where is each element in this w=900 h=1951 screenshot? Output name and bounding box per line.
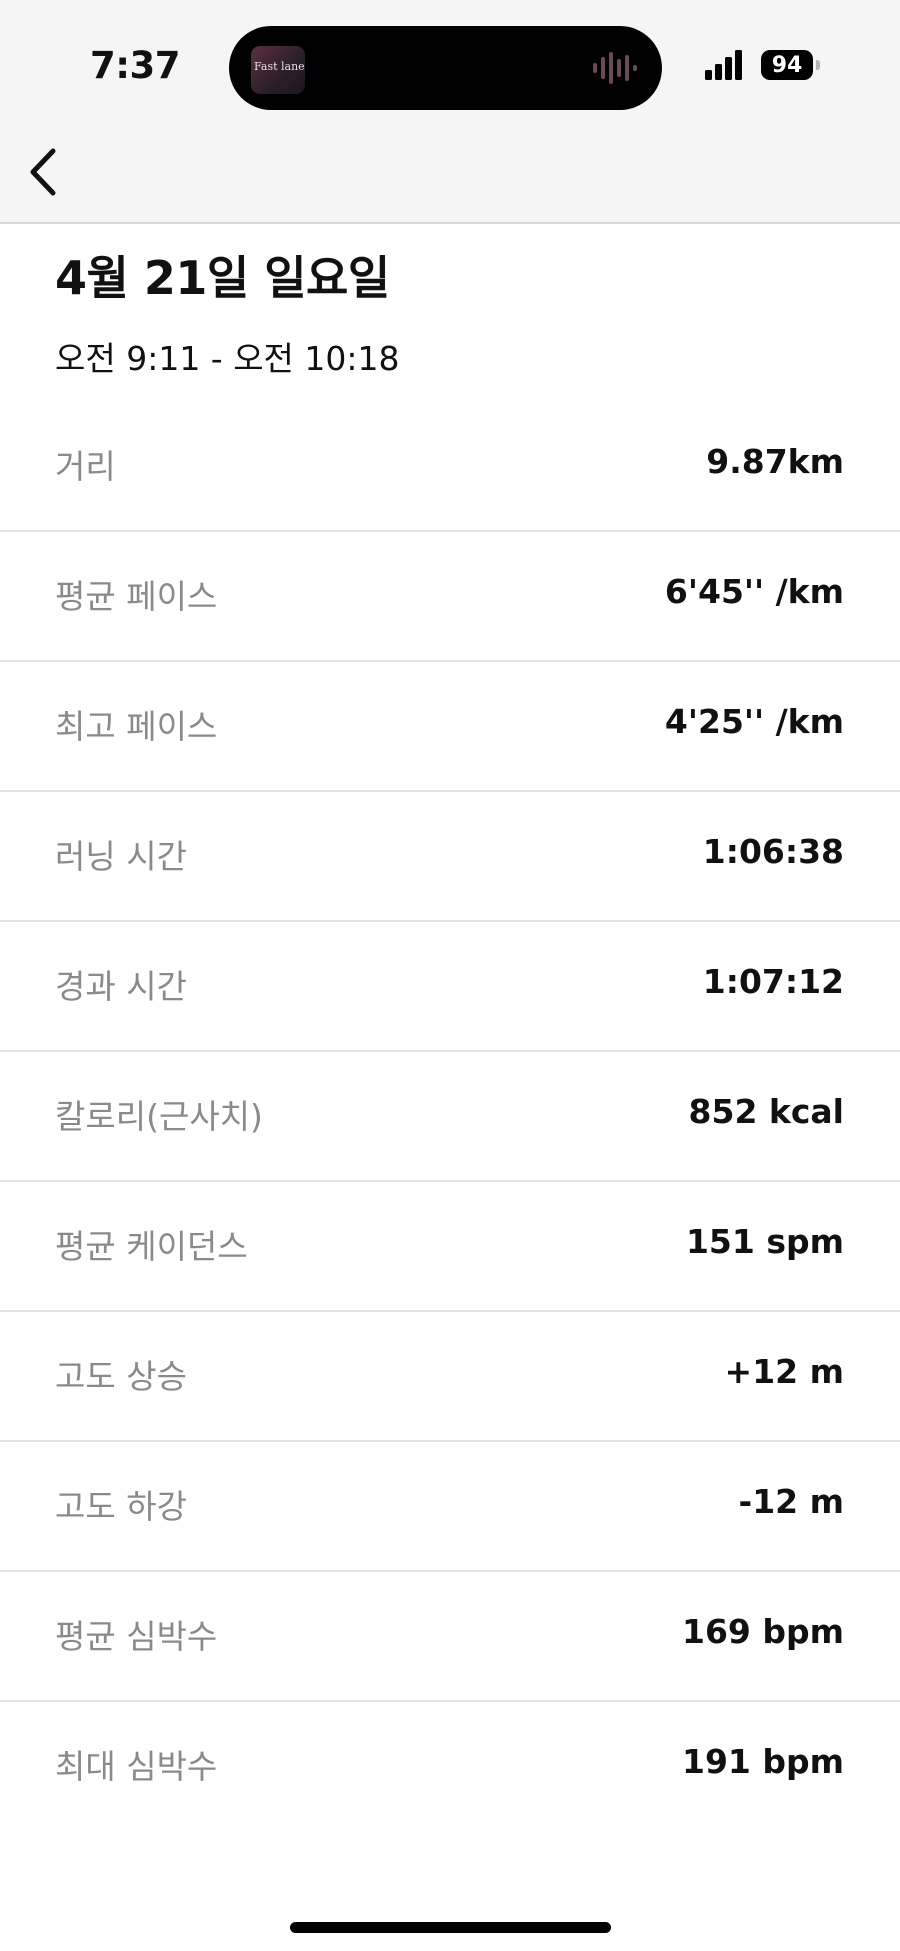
stat-label: 고도 상승 bbox=[55, 1357, 187, 1396]
page-title: 4월 21일 일요일 bbox=[55, 251, 390, 305]
stat-label: 거리 bbox=[55, 447, 116, 486]
stat-row-elevation-gain: 고도 상승 +12 m bbox=[0, 1312, 900, 1442]
stat-value: 1:06:38 bbox=[702, 832, 844, 871]
stat-label: 고도 하강 bbox=[55, 1487, 187, 1526]
stat-value: 151 spm bbox=[685, 1222, 844, 1261]
stat-label: 경과 시간 bbox=[55, 967, 187, 1006]
stat-label: 최고 페이스 bbox=[55, 707, 218, 746]
stat-value: 9.87km bbox=[706, 442, 844, 481]
audio-waveform-icon bbox=[593, 52, 637, 84]
battery-indicator: 94 bbox=[761, 50, 813, 80]
battery-level: 94 bbox=[771, 52, 803, 78]
home-indicator[interactable] bbox=[290, 1922, 611, 1933]
stat-row-max-heart-rate: 최대 심박수 191 bpm bbox=[0, 1702, 900, 1832]
stat-row-best-pace: 최고 페이스 4'25'' /km bbox=[0, 662, 900, 792]
stat-label: 평균 페이스 bbox=[55, 577, 218, 616]
stat-value: 6'45'' /km bbox=[664, 572, 844, 611]
stat-value: 1:07:12 bbox=[702, 962, 844, 1001]
stat-row-running-time: 러닝 시간 1:06:38 bbox=[0, 792, 900, 922]
album-art-thumbnail[interactable]: Fast lanes bbox=[251, 46, 305, 94]
stat-row-elapsed-time: 경과 시간 1:07:12 bbox=[0, 922, 900, 1052]
stat-value: -12 m bbox=[738, 1482, 845, 1521]
dynamic-island[interactable]: Fast lanes bbox=[229, 26, 662, 110]
stat-label: 러닝 시간 bbox=[55, 837, 187, 876]
album-art-text: Fast lanes bbox=[254, 60, 305, 73]
stats-list: 거리 9.87km 평균 페이스 6'45'' /km 최고 페이스 4'25'… bbox=[0, 402, 900, 1832]
back-button[interactable] bbox=[12, 142, 72, 202]
top-bar: 7:37 Fast lanes 94 bbox=[0, 0, 900, 224]
battery-cap bbox=[816, 60, 820, 70]
stat-row-distance: 거리 9.87km bbox=[0, 402, 900, 532]
stat-label: 평균 심박수 bbox=[55, 1617, 218, 1656]
stat-value: 169 bpm bbox=[681, 1612, 844, 1651]
stat-label: 평균 케이던스 bbox=[55, 1227, 248, 1266]
time-range: 오전 9:11 - 오전 10:18 bbox=[55, 339, 400, 378]
cellular-signal-icon bbox=[705, 50, 742, 80]
chevron-left-icon bbox=[30, 148, 56, 196]
status-time: 7:37 bbox=[90, 44, 181, 87]
stat-value: 852 kcal bbox=[688, 1092, 844, 1131]
stat-value: +12 m bbox=[724, 1352, 844, 1391]
stat-row-avg-cadence: 평균 케이던스 151 spm bbox=[0, 1182, 900, 1312]
stat-label: 칼로리(근사치) bbox=[55, 1097, 263, 1136]
stat-row-calories: 칼로리(근사치) 852 kcal bbox=[0, 1052, 900, 1182]
stat-value: 191 bpm bbox=[681, 1742, 844, 1781]
stat-row-elevation-loss: 고도 하강 -12 m bbox=[0, 1442, 900, 1572]
stat-label: 최대 심박수 bbox=[55, 1747, 218, 1786]
stat-row-avg-pace: 평균 페이스 6'45'' /km bbox=[0, 532, 900, 662]
stat-value: 4'25'' /km bbox=[664, 702, 844, 741]
stat-row-avg-heart-rate: 평균 심박수 169 bpm bbox=[0, 1572, 900, 1702]
